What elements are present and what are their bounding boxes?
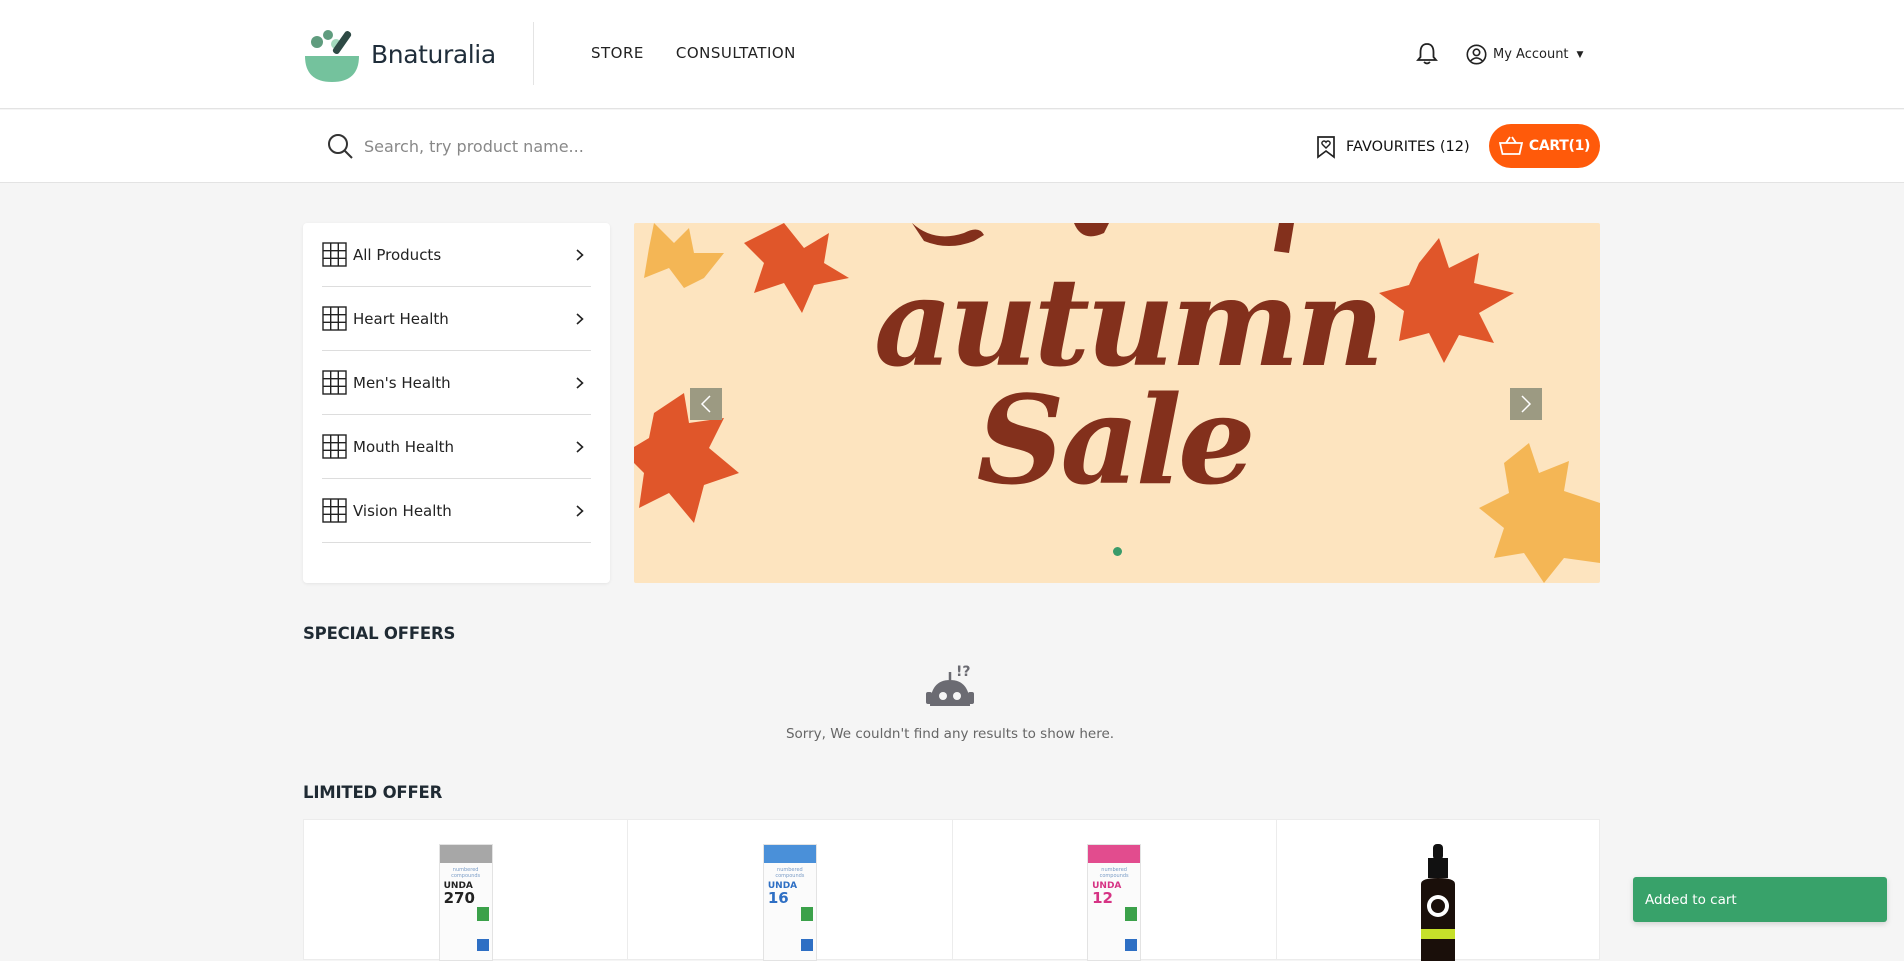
chevron-right-icon	[1521, 395, 1532, 413]
product-number: 12	[1092, 889, 1113, 907]
label-badge	[476, 939, 489, 951]
category-item[interactable]: Mouth Health	[322, 415, 591, 479]
product-image: numbered compounds UNDA 270	[438, 844, 493, 961]
account-menu[interactable]: My Account ▼	[1466, 44, 1583, 65]
product-image: numbered compounds UNDA 12	[1087, 844, 1142, 961]
grid-icon	[322, 434, 347, 459]
product-card[interactable]	[1275, 819, 1600, 961]
grid-icon	[322, 306, 347, 331]
category-label: Men's Health	[353, 373, 451, 392]
main-nav: STORE CONSULTATION	[591, 44, 828, 62]
product-cap	[763, 845, 816, 863]
product-number: 16	[767, 889, 789, 907]
category-item[interactable]: All Products	[322, 223, 591, 287]
product-image: numbered compounds UNDA 16	[762, 844, 817, 961]
brand-logo[interactable]: Bnaturalia	[303, 24, 496, 84]
header-divider	[533, 22, 534, 85]
label-badge	[1125, 907, 1138, 921]
product-cap	[439, 845, 492, 863]
cart-button[interactable]: CART(1)	[1489, 124, 1600, 168]
category-label: Mouth Health	[353, 437, 455, 456]
dropper-bottle-image	[1420, 844, 1455, 961]
product-cap	[1088, 845, 1141, 863]
limited-offer-title: LIMITED OFFER	[303, 783, 443, 802]
empty-state-message: Sorry, We couldn't find any results to s…	[785, 726, 1115, 742]
product-list: numbered compounds UNDA 270 numbered com…	[303, 819, 1600, 961]
nav-store[interactable]: STORE	[591, 44, 644, 62]
chevron-right-icon	[576, 312, 584, 325]
label-badge	[800, 907, 813, 921]
product-card[interactable]: numbered compounds UNDA 12	[951, 819, 1276, 961]
chevron-right-icon	[576, 440, 584, 453]
hero-banner[interactable]: autumn Sale	[634, 223, 1600, 583]
label-badge	[1125, 939, 1138, 951]
category-item[interactable]: Vision Health	[322, 479, 591, 543]
top-header: Bnaturalia STORE CONSULTATION My Account…	[0, 0, 1904, 109]
category-item[interactable]: Men's Health	[322, 351, 591, 415]
chevron-left-icon	[700, 395, 711, 413]
grid-icon	[322, 370, 347, 395]
category-label: Heart Health	[353, 309, 449, 328]
favourites-label: FAVOURITES (12)	[1346, 139, 1470, 155]
grid-icon	[322, 242, 347, 267]
carousel-prev-button[interactable]	[690, 388, 722, 420]
nav-consultation[interactable]: CONSULTATION	[676, 44, 796, 62]
product-brand-text: numbered compounds	[1099, 867, 1129, 879]
chevron-right-icon	[576, 504, 584, 517]
chevron-right-icon	[576, 248, 584, 261]
account-label: My Account	[1493, 47, 1569, 62]
toast-message: Added to cart	[1645, 891, 1737, 908]
svg-text:!?: !?	[956, 664, 971, 680]
carousel-next-button[interactable]	[1510, 388, 1542, 420]
category-menu: All Products Heart Health Men's Health M…	[303, 223, 610, 583]
label-badge	[800, 939, 813, 951]
toast-notification: Added to cart	[1633, 877, 1887, 922]
user-icon	[1466, 44, 1487, 65]
hero-headline-line2: Sale	[976, 368, 1255, 512]
product-brand-text: numbered compounds	[775, 867, 805, 879]
search-input[interactable]	[362, 130, 882, 162]
confused-robot-icon: !?	[926, 664, 974, 706]
carousel-dot[interactable]	[1113, 547, 1122, 556]
empty-state: !? Sorry, We couldn't find any results t…	[700, 662, 1200, 742]
search-icon	[328, 134, 353, 159]
label-badge	[476, 907, 489, 921]
bell-icon[interactable]	[1416, 42, 1438, 70]
hero-headline: autumn Sale	[874, 250, 1385, 512]
product-brand-text: numbered compounds	[451, 867, 481, 879]
favourites-button[interactable]: FAVOURITES (12)	[1316, 135, 1470, 159]
product-card[interactable]: numbered compounds UNDA 16	[627, 819, 952, 961]
product-card[interactable]: numbered compounds UNDA 270	[303, 819, 628, 961]
mortar-logo-icon	[305, 30, 359, 82]
hero-headline-line1: autumn	[874, 250, 1385, 394]
chevron-right-icon	[576, 376, 584, 389]
chevron-down-icon: ▼	[1576, 49, 1584, 60]
product-number: 270	[443, 889, 475, 907]
special-offers-title: SPECIAL OFFERS	[303, 624, 456, 643]
grid-icon	[322, 498, 347, 523]
bookmark-heart-icon	[1317, 136, 1335, 159]
basket-icon	[1498, 136, 1523, 155]
brand-name: Bnaturalia	[371, 39, 496, 69]
search-bar: FAVOURITES (12) CART(1)	[0, 110, 1904, 183]
cart-label: CART(1)	[1528, 138, 1591, 154]
category-label: All Products	[353, 245, 442, 264]
category-label: Vision Health	[353, 501, 452, 520]
category-item[interactable]: Heart Health	[322, 287, 591, 351]
